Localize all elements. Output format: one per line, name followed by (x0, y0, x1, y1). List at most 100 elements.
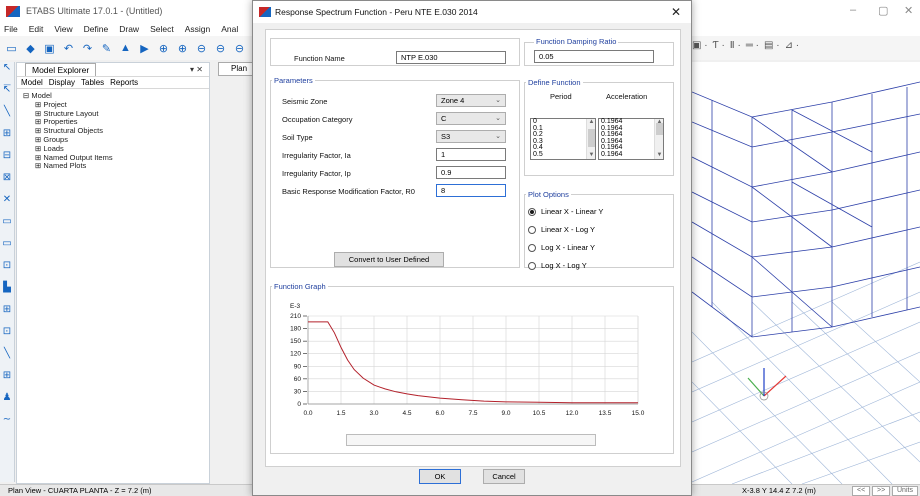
model-explorer-panel: Model Explorer ▾ ✕ Model Display Tables … (16, 62, 210, 484)
tree-item[interactable]: ⊞ Named Plots (23, 161, 209, 171)
pencil-icon[interactable]: ✎ (99, 41, 114, 56)
tab-model[interactable]: Model (21, 78, 43, 87)
pointer-icon[interactable]: ↖ (0, 62, 14, 84)
table-icon[interactable]: ⊞ (0, 370, 14, 392)
explorer-pin-close[interactable]: ▾ ✕ (190, 65, 203, 74)
menu-view[interactable]: View (54, 22, 72, 36)
open-icon[interactable]: ◆ (23, 41, 38, 56)
minimize-icon[interactable]: – (850, 4, 856, 16)
close-app-icon[interactable]: ✕ (904, 4, 913, 17)
save-icon[interactable]: ▣ (42, 41, 57, 56)
chevron-down-icon[interactable]: ▼ (655, 152, 664, 159)
brace-icon[interactable]: ⊠ (0, 172, 14, 194)
x-tick-label: 7.5 (468, 410, 477, 417)
convert-to-user-defined-button[interactable]: Convert to User Defined (334, 252, 444, 267)
zoom-in-icon[interactable]: ⊕ (175, 41, 190, 56)
period-scrollbar[interactable]: ▲ ▼ (586, 119, 595, 159)
x-tick-label: 9.0 (501, 410, 510, 417)
wave-icon[interactable]: ∼ (0, 414, 14, 436)
3d-model-viewport[interactable] (692, 62, 920, 484)
occupation-category-select[interactable]: C ⌄ (436, 112, 506, 125)
radio-linear-log[interactable]: Linear X - Log Y (528, 225, 595, 234)
opening-icon[interactable]: ⊡ (0, 260, 14, 282)
section-icon[interactable]: Ƭ · (713, 40, 725, 51)
nav-next-button[interactable]: >> (872, 486, 891, 496)
tab-reports[interactable]: Reports (110, 78, 138, 87)
explorer-title[interactable]: Model Explorer (25, 63, 97, 76)
slab-icon[interactable]: ▭ (0, 238, 14, 260)
link-icon[interactable]: ⊡ (0, 326, 14, 348)
irregularity-ip-input[interactable]: 0.9 (436, 166, 506, 179)
close-icon[interactable]: ✕ (671, 5, 681, 19)
cancel-button[interactable]: Cancel (483, 469, 525, 484)
mesh-icon[interactable]: ⊞ (0, 304, 14, 326)
y-tick-label: 210 (290, 313, 301, 320)
radio-linear-linear[interactable]: Linear X - Linear Y (528, 207, 603, 216)
nav-prev-button[interactable]: << (852, 486, 871, 496)
menu-draw[interactable]: Draw (119, 22, 139, 36)
view-icon[interactable]: ▣ · (692, 40, 708, 51)
explorer-tabs: Model Display Tables Reports (17, 77, 209, 89)
scroll-thumb[interactable] (656, 123, 663, 135)
x-tick-label: 3.0 (369, 410, 378, 417)
damping-ratio-input[interactable]: 0.05 (534, 50, 654, 63)
x-tick-label: 4.5 (402, 410, 411, 417)
irregularity-ip-label: Irregularity Factor, Ip (282, 169, 351, 178)
acceleration-scrollbar[interactable]: ▲ ▼ (654, 119, 663, 159)
acceleration-list[interactable]: 0.1964 0.1964 0.1964 0.1964 0.1964 0.196… (598, 118, 664, 160)
menu-analyze[interactable]: Anal (221, 22, 238, 36)
wall-icon[interactable]: ▤ · (764, 40, 780, 51)
zoom-fit-icon[interactable]: ⊖ (232, 41, 247, 56)
tab-tables[interactable]: Tables (81, 78, 104, 87)
progress-bar (346, 434, 596, 446)
tab-display[interactable]: Display (49, 78, 75, 87)
soil-type-select[interactable]: S3 ⌄ (436, 130, 506, 143)
reshape-icon[interactable]: ↸ (0, 84, 14, 106)
new-model-icon[interactable]: ▭ (4, 41, 19, 56)
grid-icon[interactable]: ⊞ (0, 128, 14, 150)
seismic-zone-select[interactable]: Zone 4 ⌄ (436, 94, 506, 107)
units-button[interactable]: Units (892, 486, 918, 496)
spring-icon[interactable]: ╲ (0, 348, 14, 370)
beam-icon[interactable]: Ⅱ · (730, 40, 741, 51)
run-icon[interactable]: ▶ (137, 41, 152, 56)
maximize-icon[interactable]: ▢ (878, 4, 888, 17)
line-icon[interactable]: ═ · (746, 40, 759, 51)
y-tick-label: 0 (297, 401, 301, 408)
right-toolbar: ▣ · Ƭ · Ⅱ · ═ · ▤ · ⊿ · (692, 40, 804, 51)
menu-edit[interactable]: Edit (29, 22, 44, 36)
plan-view-tab[interactable]: Plan (218, 62, 254, 76)
chevron-down-icon: ⌄ (495, 133, 501, 140)
zoom-window-icon[interactable]: ⊕ (156, 41, 171, 56)
soil-type-label: Soil Type (282, 133, 313, 142)
redo-icon[interactable]: ↷ (80, 41, 95, 56)
chevron-down-icon[interactable]: ▼ (587, 152, 596, 159)
irregularity-ia-input[interactable]: 1 (436, 148, 506, 161)
draw-icon[interactable]: ⊿ · (785, 40, 800, 51)
frame-icon[interactable]: ⊟ (0, 150, 14, 172)
r0-factor-input[interactable]: 8 (436, 184, 506, 197)
menu-assign[interactable]: Assign (185, 22, 211, 36)
radio-log-log[interactable]: Log X - Log Y (528, 261, 587, 270)
status-coordinates: X-3.8 Y 14.4 Z 7.2 (m) (742, 486, 816, 495)
zoom-out-icon[interactable]: ⊖ (194, 41, 209, 56)
function-name-input[interactable]: NTP E.030 (396, 51, 506, 64)
seismic-zone-label: Seismic Zone (282, 97, 328, 106)
ok-button[interactable]: OK (419, 469, 461, 484)
menu-file[interactable]: File (4, 22, 18, 36)
draw-line-icon[interactable]: ╲ (0, 106, 14, 128)
chevron-up-icon[interactable]: ▲ (587, 119, 596, 126)
etabs-logo-icon (6, 5, 20, 17)
person-icon[interactable]: ♟ (0, 392, 14, 414)
wall-stack-icon[interactable]: ▙ (0, 282, 14, 304)
cross-icon[interactable]: ✕ (0, 194, 14, 216)
lock-icon[interactable]: ▲ (118, 41, 133, 56)
menu-define[interactable]: Define (84, 22, 109, 36)
area-icon[interactable]: ▭ (0, 216, 14, 238)
period-list[interactable]: 0 0.1 0.2 0.3 0.4 0.5 ▲ ▼ (530, 118, 596, 160)
scroll-thumb[interactable] (588, 129, 595, 147)
radio-log-linear[interactable]: Log X - Linear Y (528, 243, 595, 252)
menu-select[interactable]: Select (150, 22, 174, 36)
undo-icon[interactable]: ↶ (61, 41, 76, 56)
zoom-prev-icon[interactable]: ⊖ (213, 41, 228, 56)
